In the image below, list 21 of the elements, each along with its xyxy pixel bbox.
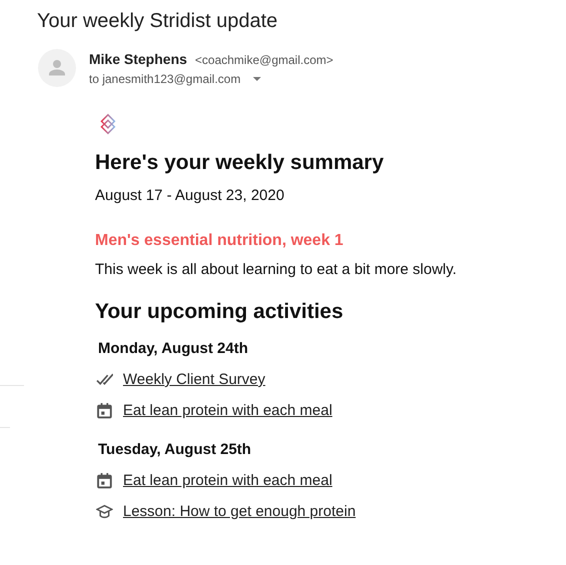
calendar-icon bbox=[96, 472, 113, 489]
double-check-icon bbox=[96, 371, 113, 388]
program-description: This week is all about learning to eat a bit more slowly. bbox=[95, 261, 458, 278]
day-heading: Tuesday, August 25th bbox=[98, 441, 252, 458]
avatar-icon bbox=[38, 49, 76, 87]
date-range: August 17 - August 23, 2020 bbox=[95, 187, 286, 204]
graduation-cap-icon bbox=[96, 503, 113, 520]
sender-name: Mike Stephens bbox=[89, 51, 188, 67]
activity-link[interactable]: Eat lean protein with each meal bbox=[123, 472, 332, 489]
email-subject: Your weekly Stridist update bbox=[36, 9, 279, 33]
activity-link[interactable]: Eat lean protein with each meal bbox=[123, 402, 332, 419]
activity-link[interactable]: Lesson: How to get enough protein bbox=[123, 503, 356, 520]
recipient: to janesmith123@gmail.com bbox=[89, 72, 241, 86]
activities-heading: Your upcoming activities bbox=[95, 300, 344, 324]
caret-icon[interactable] bbox=[252, 77, 261, 81]
summary-heading: Here's your weekly summary bbox=[95, 151, 385, 175]
sender-email: <coachmike@gmail.com> bbox=[195, 53, 334, 67]
calendar-icon bbox=[96, 402, 113, 419]
activity-link[interactable]: Weekly Client Survey bbox=[123, 371, 266, 388]
day-heading: Monday, August 24th bbox=[98, 340, 249, 357]
program-title: Men's essential nutrition, week 1 bbox=[95, 232, 344, 250]
